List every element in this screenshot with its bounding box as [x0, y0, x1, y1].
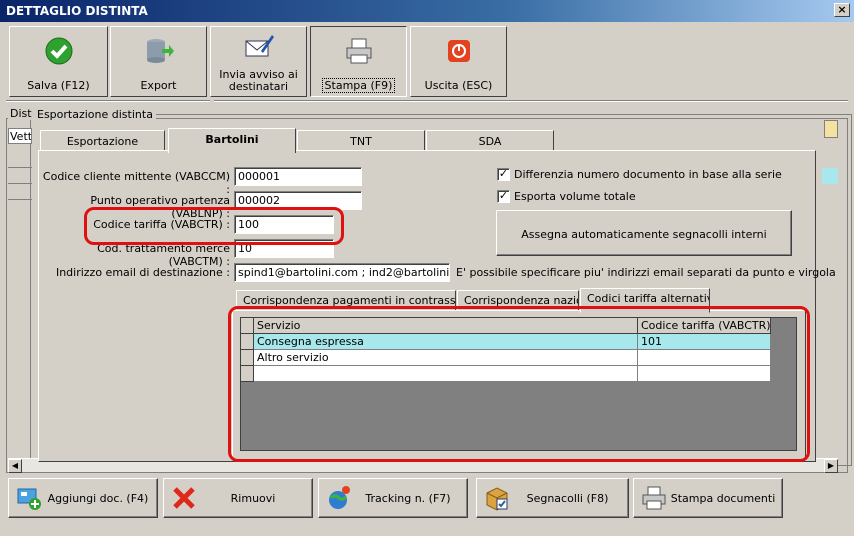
grid-row-selector[interactable]	[241, 366, 254, 382]
globe-tracking-icon	[329, 486, 350, 509]
grid-corner	[241, 318, 254, 334]
distinta-group-label: Dist	[8, 107, 34, 120]
vettore-field-label: Vett	[10, 130, 32, 143]
print-documents-label: Stampa documenti	[670, 492, 776, 505]
scroll-left-icon[interactable]: ◀	[8, 459, 22, 473]
tab-sda[interactable]: SDA	[426, 130, 554, 151]
subtab-pagamenti[interactable]: Corrispondenza pagamenti in contrassegno	[236, 290, 456, 312]
export-groupbox-title: Esportazione distinta	[34, 108, 156, 121]
send-notice-label: Invia avviso ai destinatari	[219, 68, 298, 93]
grid-cell-codice[interactable]: 101	[638, 334, 771, 350]
grid-header-servizio[interactable]: Servizio	[254, 318, 638, 334]
grid-row-selector[interactable]	[241, 350, 254, 366]
bg-grid-row	[8, 168, 32, 184]
print-button[interactable]: Stampa (F9)	[310, 26, 407, 97]
tracking-label: Tracking n. (F7)	[365, 492, 451, 505]
subtab-codici-tariffa[interactable]: Codici tariffa alternativi	[580, 288, 710, 313]
divider	[6, 100, 210, 102]
email-input[interactable]: spind1@bartolini.com ; ind2@bartolini.co…	[234, 263, 450, 282]
differenzia-checkbox[interactable]: ✓	[497, 168, 510, 181]
codice-tariffa-label: Codice tariffa (VABCTR) :	[93, 218, 230, 231]
email-label: Indirizzo email di destinazione :	[55, 266, 230, 279]
power-icon	[447, 40, 470, 62]
grid-cell-servizio[interactable]	[254, 366, 638, 382]
print-documents-button[interactable]: Stampa documenti	[633, 478, 783, 518]
subtab-nazioni[interactable]: Corrispondenza nazioni	[457, 290, 579, 312]
add-document-icon	[17, 488, 41, 510]
exit-button[interactable]: Uscita (ESC)	[410, 26, 507, 97]
bg-grid-row	[8, 184, 32, 200]
codici-tariffa-grid[interactable]: Servizio Codice tariffa (VABCTR) Consegn…	[240, 317, 797, 451]
codice-cliente-label: Codice cliente mittente (VABCCM) :	[42, 170, 230, 196]
punto-operativo-input[interactable]: 000002	[234, 191, 362, 210]
printer-icon	[346, 38, 371, 64]
printer-icon	[642, 486, 666, 510]
database-export-icon	[146, 39, 174, 63]
tab-esportazione[interactable]: Esportazione	[40, 130, 165, 151]
divider	[214, 100, 848, 102]
segnacolli-label: Segnacolli (F8)	[526, 492, 609, 505]
codice-tariffa-input[interactable]: 100	[234, 215, 334, 234]
grid-cell-codice[interactable]	[638, 366, 771, 382]
bg-grid-row	[8, 152, 32, 168]
save-label: Salva (F12)	[27, 79, 90, 92]
grid-cell-servizio[interactable]: Altro servizio	[254, 350, 638, 366]
codice-cliente-input[interactable]: 000001	[234, 167, 362, 186]
add-document-label: Aggiungi doc. (F4)	[47, 492, 149, 505]
grid-cell-codice[interactable]	[638, 350, 771, 366]
export-label: Export	[140, 79, 177, 92]
remove-label: Rimuovi	[230, 492, 276, 505]
parcel-icon	[486, 487, 508, 511]
window-title-bar: DETTAGLIO DISTINTA	[0, 0, 854, 22]
close-button[interactable]: ×	[834, 3, 850, 17]
segnacolli-button[interactable]: Segnacolli (F8)	[476, 478, 629, 518]
add-document-button[interactable]: Aggiungi doc. (F4)	[8, 478, 158, 518]
punto-operativo-label: Punto operativo partenza (VABLNP) :	[90, 194, 230, 220]
remove-x-icon	[173, 487, 195, 509]
differenzia-label: Differenzia numero documento in base all…	[514, 168, 782, 181]
email-hint: E' possibile specificare piu' indirizzi …	[456, 266, 836, 279]
scroll-right-icon[interactable]: ▶	[824, 459, 838, 473]
vettore-field[interactable]: Vett	[8, 128, 32, 144]
tracking-button[interactable]: Tracking n. (F7)	[318, 478, 468, 518]
exit-label: Uscita (ESC)	[424, 79, 493, 92]
window-title: DETTAGLIO DISTINTA	[6, 4, 148, 18]
grid-header-codice[interactable]: Codice tariffa (VABCTR)	[638, 318, 771, 334]
assign-segnacolli-button[interactable]: Assegna automaticamente segnacolli inter…	[496, 210, 792, 256]
cod-trattamento-label: Cod. trattamento merce (VABCTM) :	[97, 242, 230, 268]
save-button[interactable]: Salva (F12)	[9, 26, 108, 97]
volume-checkbox[interactable]: ✓	[497, 190, 510, 203]
export-button[interactable]: Export	[110, 26, 207, 97]
cod-trattamento-input[interactable]: 10	[234, 239, 334, 258]
send-notice-button[interactable]: Invia avviso ai destinatari	[210, 26, 307, 97]
volume-label: Esporta volume totale	[514, 190, 636, 203]
grid-row-selector[interactable]	[241, 334, 254, 350]
check-icon	[45, 37, 72, 65]
remove-button[interactable]: Rimuovi	[163, 478, 313, 518]
grid-cell-servizio[interactable]: Consegna espressa	[254, 334, 638, 350]
tab-bartolini[interactable]: Bartolini	[168, 128, 296, 153]
print-label: Stampa (F9)	[321, 78, 396, 93]
email-icon	[245, 35, 274, 57]
tab-tnt[interactable]: TNT	[297, 130, 425, 151]
